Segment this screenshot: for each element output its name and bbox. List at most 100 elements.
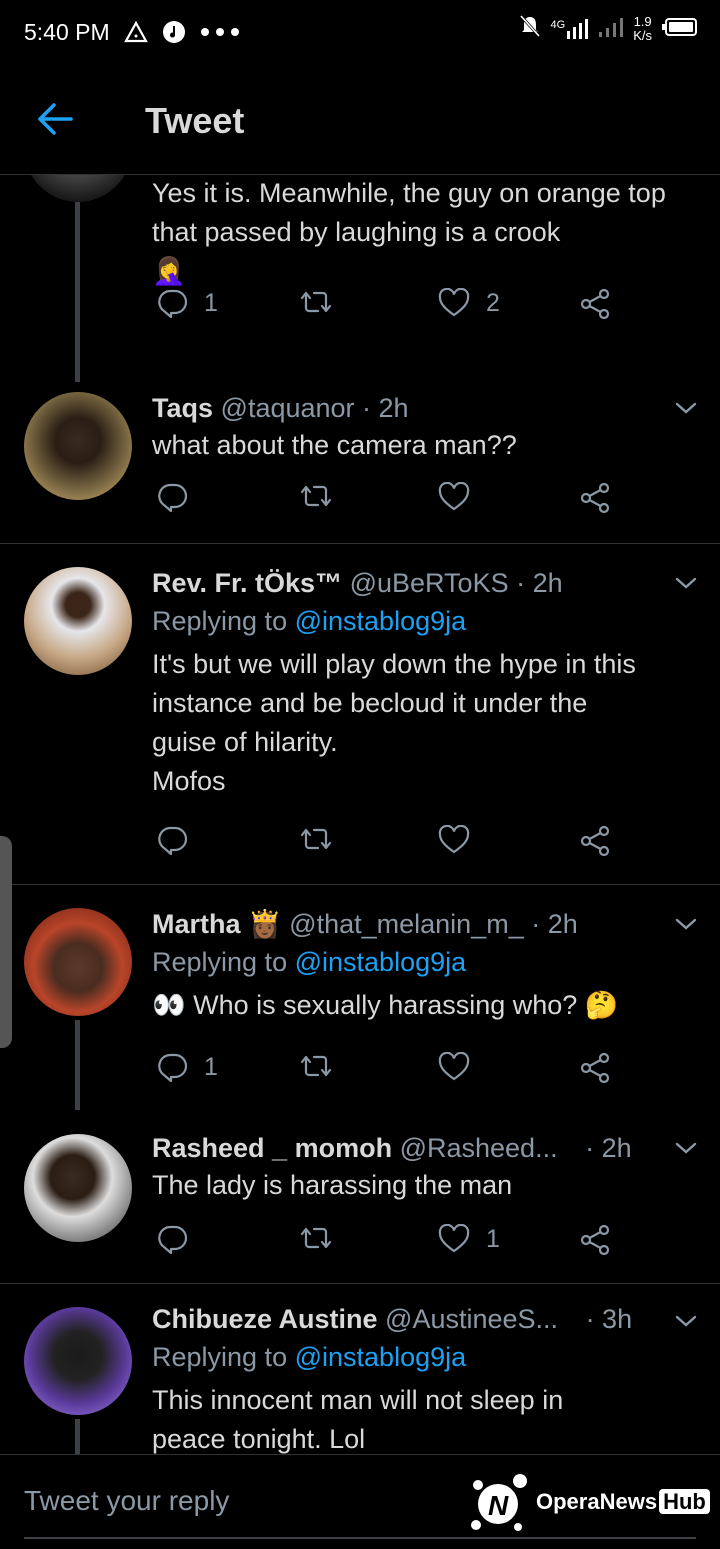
chevron-down-icon[interactable]: [674, 400, 698, 421]
tweet-item[interactable]: Rev. Fr. tÖks™ @uBeRToKS · 2h Replying t…: [0, 543, 720, 885]
tweet-line: instance and be becloud it under the: [152, 688, 588, 718]
mention-link[interactable]: @instablog9ja: [295, 947, 467, 977]
tweet-text-main: Who is sexually harassing who?: [193, 990, 578, 1020]
chevron-down-icon[interactable]: [674, 1313, 698, 1334]
tweet-line: Mofos: [152, 766, 226, 796]
replying-label: Replying to: [152, 947, 288, 977]
tweet-item[interactable]: Rasheed _ momoh @Rasheed... · 2h The lad…: [0, 1110, 720, 1284]
heart-icon: [438, 1052, 470, 1081]
tweet-meta: Taqs @taquanor · 2h: [152, 390, 690, 426]
reply-icon: [158, 1053, 188, 1082]
chevron-down-icon[interactable]: [674, 575, 698, 596]
watermark-hub: Hub: [659, 1489, 710, 1514]
share-icon: [580, 288, 610, 320]
chevron-down-icon[interactable]: [674, 1140, 698, 1161]
replying-to: Replying to @instablog9ja: [152, 601, 690, 641]
tweet-actions: 1 2: [152, 288, 632, 328]
author-name[interactable]: Rasheed _ momoh: [152, 1133, 392, 1163]
tweet-line: peace tonight. Lol: [152, 1424, 366, 1454]
signal-bars-icon: [599, 16, 624, 43]
tweet-meta: Martha 👸🏾 @that_melanin_m_ · 2h: [152, 906, 690, 942]
replying-to: Replying to @instablog9ja: [152, 1337, 690, 1377]
mention-link[interactable]: @instablog9ja: [295, 1342, 467, 1372]
name-emoji: 👸🏾: [248, 909, 282, 939]
warning-triangle-icon: [123, 21, 148, 43]
author-handle[interactable]: @AustineeS...: [385, 1304, 558, 1334]
share-button[interactable]: [580, 825, 610, 857]
tweet-line: It's but we will play down the hype in t…: [152, 649, 636, 679]
tweet-meta: Rev. Fr. tÖks™ @uBeRToKS · 2h: [152, 565, 690, 601]
page-title: Tweet: [145, 100, 245, 141]
retweet-button[interactable]: [298, 1052, 334, 1080]
tweet-time: · 2h: [585, 1133, 632, 1163]
svg-text:N: N: [488, 1490, 509, 1521]
author-handle[interactable]: @Rasheed...: [400, 1133, 558, 1163]
tweet-meta: Chibueze Austine @AustineeS... · 3h: [152, 1301, 690, 1337]
like-button[interactable]: 1: [438, 1224, 500, 1254]
avatar[interactable]: [24, 1134, 132, 1242]
retweet-button[interactable]: [298, 825, 334, 853]
tweet-actions: 1: [152, 1224, 632, 1264]
more-dots-icon: [200, 27, 240, 37]
reply-button[interactable]: [158, 825, 188, 855]
like-button[interactable]: [438, 482, 470, 512]
share-icon: [580, 1224, 610, 1256]
author-name[interactable]: Chibueze Austine: [152, 1304, 378, 1334]
author-handle[interactable]: @taquanor: [221, 393, 355, 423]
retweet-button[interactable]: [298, 482, 334, 510]
avatar[interactable]: [24, 392, 132, 500]
like-button[interactable]: 2: [438, 288, 500, 318]
mute-bell-icon: [519, 14, 541, 44]
tweet-item[interactable]: Chibueze Austine @AustineeS... · 3h Repl…: [0, 1283, 720, 1454]
like-button[interactable]: [438, 1052, 470, 1082]
author-name[interactable]: Taqs: [152, 393, 213, 423]
share-button[interactable]: [580, 1224, 610, 1256]
author-handle[interactable]: @that_melanin_m_: [289, 909, 524, 939]
reply-button[interactable]: 1: [158, 1052, 218, 1082]
share-button[interactable]: [580, 482, 610, 514]
reply-button[interactable]: [158, 482, 188, 512]
like-button[interactable]: [438, 825, 470, 855]
mention-link[interactable]: @instablog9ja: [295, 606, 467, 636]
reply-button[interactable]: 1: [158, 288, 218, 318]
avatar[interactable]: [24, 174, 132, 202]
tweet-item[interactable]: Taqs @taquanor · 2h what about the camer…: [0, 382, 720, 544]
tweet-item[interactable]: Yes it is. Meanwhile, the guy on orange …: [0, 174, 720, 382]
reply-count: 1: [204, 1052, 218, 1081]
tweet-line: This innocent man will not sleep in: [152, 1385, 564, 1415]
like-count: 2: [486, 288, 500, 317]
reply-count: 1: [204, 288, 218, 317]
retweet-button[interactable]: [298, 1224, 334, 1252]
retweet-icon: [300, 828, 332, 850]
share-button[interactable]: [580, 288, 610, 320]
speed-unit: K/s: [633, 28, 652, 43]
reply-icon: [158, 483, 188, 512]
avatar[interactable]: [24, 908, 132, 1016]
author-handle[interactable]: @uBeRToKS: [350, 568, 509, 598]
author-name[interactable]: Rev. Fr. tÖks™: [152, 568, 342, 598]
operanews-logo-icon: N: [471, 1474, 527, 1531]
avatar[interactable]: [24, 567, 132, 675]
music-note-icon: [162, 20, 186, 44]
tweet-text: The lady is harassing the man: [152, 1170, 513, 1200]
tweet-time: · 2h: [516, 568, 563, 598]
avatar[interactable]: [24, 1307, 132, 1415]
chevron-down-icon[interactable]: [674, 916, 698, 937]
speed-value: 1.9: [633, 14, 652, 29]
arrow-left-icon[interactable]: [36, 102, 74, 141]
heart-icon: [438, 1224, 470, 1253]
share-button[interactable]: [580, 1052, 610, 1084]
reply-button[interactable]: [158, 1224, 188, 1254]
tweet-item[interactable]: Martha 👸🏾 @that_melanin_m_ · 2h Replying…: [0, 884, 720, 1110]
tweet-emoji: 🤦‍♀️: [152, 256, 186, 286]
retweet-icon: [300, 1227, 332, 1249]
author-name[interactable]: Martha: [152, 909, 241, 939]
edge-panel-handle[interactable]: [0, 836, 12, 1048]
replying-label: Replying to: [152, 1342, 288, 1372]
reply-thread[interactable]: Yes it is. Meanwhile, the guy on orange …: [0, 174, 720, 1454]
retweet-button[interactable]: [298, 288, 334, 316]
reply-input[interactable]: Tweet your reply: [24, 1485, 229, 1517]
tweet-time: · 2h: [362, 393, 409, 423]
heart-icon: [438, 482, 470, 511]
replying-to: Replying to @instablog9ja: [152, 942, 690, 982]
